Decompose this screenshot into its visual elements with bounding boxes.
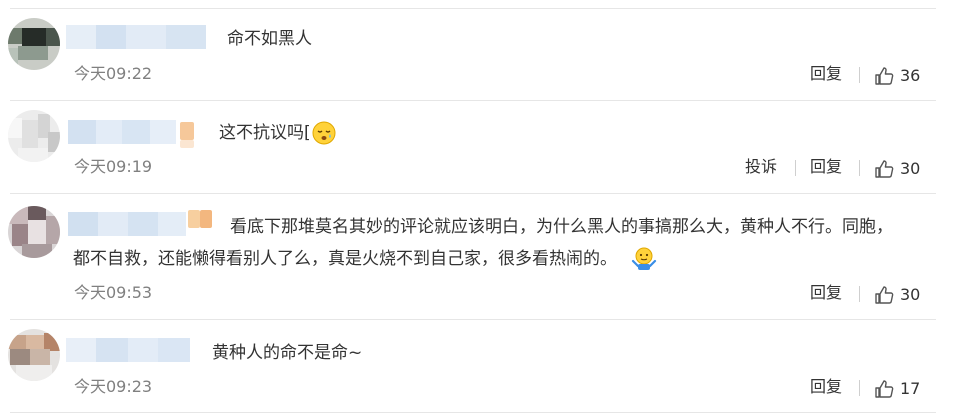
thumbs-up-icon: [874, 159, 894, 179]
avatar[interactable]: [8, 110, 60, 162]
comment-time: 今天09:22: [74, 64, 153, 83]
comment-time: 今天09:53: [74, 283, 153, 302]
separator: [859, 160, 860, 176]
divider: [10, 8, 936, 9]
divider: [10, 193, 936, 194]
comment-text-line1: 看底下那堆莫名其妙的评论就应该明白，为什么黑人的事搞那么大，黄种人不行。同胞，: [230, 217, 893, 237]
avatar[interactable]: [8, 18, 60, 70]
comment-text-line2: 都不自救，还能懒得看别人了么，真是火烧不到自己家，很多看热闹的。: [73, 247, 657, 271]
comment-time: 今天09:19: [74, 157, 153, 176]
comment-text: 黄种人的命不是命~: [212, 343, 363, 363]
thumbs-up-icon: [874, 285, 894, 305]
blurred-badge: [188, 210, 200, 228]
blurred-badge: [180, 140, 194, 148]
blurred-username[interactable]: [66, 338, 190, 362]
blurred-username[interactable]: [68, 212, 186, 236]
separator: [859, 286, 860, 302]
comment-time: 今天09:23: [74, 377, 153, 396]
blurred-username[interactable]: [68, 120, 176, 144]
separator: [859, 67, 860, 83]
blurred-badge: [180, 122, 194, 140]
like-button[interactable]: 30: [874, 158, 920, 180]
avatar[interactable]: [8, 329, 60, 381]
like-count: 17: [900, 379, 921, 398]
shrug-emoji-icon: [631, 247, 657, 271]
divider: [10, 412, 936, 413]
thumbs-up-icon: [874, 379, 894, 399]
like-button[interactable]: 36: [874, 65, 920, 87]
reply-button[interactable]: 回复: [810, 377, 842, 397]
like-count: 36: [900, 66, 921, 85]
blurred-badge: [200, 210, 212, 228]
separator: [859, 380, 860, 396]
like-count: 30: [900, 285, 921, 304]
thumbs-up-icon: [874, 66, 894, 86]
like-button[interactable]: 17: [874, 378, 920, 400]
report-button[interactable]: 投诉: [745, 157, 777, 177]
separator: [795, 160, 796, 176]
comment-text: 这不抗议吗[: [219, 121, 336, 145]
like-count: 30: [900, 159, 921, 178]
comment-text: 命不如黑人: [227, 29, 312, 49]
divider: [10, 319, 936, 320]
like-button[interactable]: 30: [874, 284, 920, 306]
reply-button[interactable]: 回复: [810, 283, 842, 303]
reply-button[interactable]: 回复: [810, 64, 842, 84]
avatar[interactable]: [8, 206, 60, 258]
reply-button[interactable]: 回复: [810, 157, 842, 177]
blurred-username[interactable]: [66, 25, 206, 49]
sleepy-face-icon: [312, 121, 336, 145]
divider: [10, 100, 936, 101]
